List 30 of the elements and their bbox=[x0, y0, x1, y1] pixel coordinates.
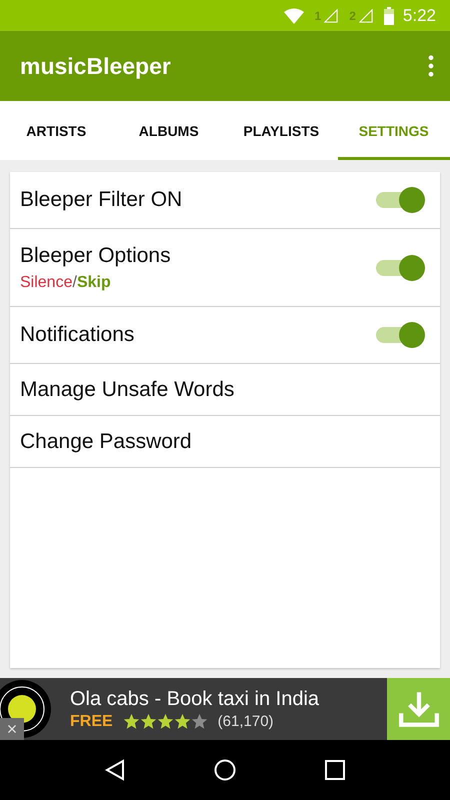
tab[interactable]: PLAYLISTS bbox=[225, 101, 338, 160]
tab[interactable]: ALBUMS bbox=[112, 101, 225, 160]
ad-title: Ola cabs - Book taxi in India bbox=[70, 688, 320, 710]
back-icon[interactable] bbox=[104, 759, 126, 781]
tab[interactable]: ARTISTS bbox=[0, 101, 112, 160]
app-title: musicBleeper bbox=[20, 52, 171, 80]
home-icon[interactable] bbox=[214, 759, 236, 781]
signal-icon bbox=[324, 8, 338, 22]
setting-label: Notifications bbox=[20, 323, 134, 346]
battery-icon bbox=[384, 6, 394, 24]
download-button[interactable] bbox=[387, 678, 450, 740]
download-icon bbox=[398, 690, 440, 728]
option-label: / bbox=[72, 274, 77, 290]
wifi-icon bbox=[284, 8, 304, 24]
close-button[interactable]: × bbox=[0, 718, 24, 740]
toggle-switch[interactable] bbox=[374, 254, 426, 282]
rating-count: (61,170) bbox=[218, 713, 274, 730]
price-label: FREE bbox=[70, 712, 113, 730]
option-label: Silence bbox=[20, 274, 72, 290]
clock: 5:22 bbox=[402, 6, 436, 26]
signal-icon bbox=[358, 8, 373, 22]
setting-label[interactable]: Manage Unsafe Words bbox=[20, 378, 234, 400]
setting-label[interactable]: Change Password bbox=[20, 430, 192, 452]
toggle-switch[interactable] bbox=[374, 186, 426, 214]
option-label: Skip bbox=[76, 274, 111, 290]
recents-icon[interactable] bbox=[324, 759, 346, 781]
setting-label: Bleeper Options bbox=[20, 244, 171, 266]
overflow-menu-icon[interactable] bbox=[428, 55, 434, 77]
setting-label: Bleeper Filter ON bbox=[20, 188, 182, 211]
toggle-switch[interactable] bbox=[374, 321, 426, 349]
